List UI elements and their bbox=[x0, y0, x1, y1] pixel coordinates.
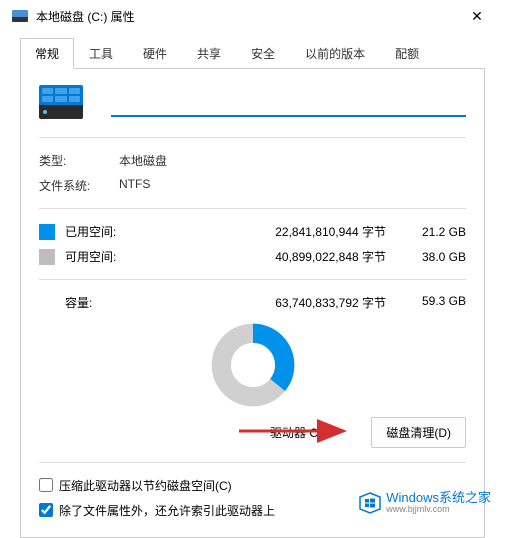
index-label: 除了文件属性外，还允许索引此驱动器上 bbox=[59, 502, 275, 519]
tab-label: 以前的版本 bbox=[305, 47, 365, 61]
filesystem-value: NTFS bbox=[119, 177, 150, 194]
compress-label: 压缩此驱动器以节约磁盘空间(C) bbox=[59, 477, 232, 494]
free-space-human: 38.0 GB bbox=[406, 250, 466, 264]
filesystem-row: 文件系统: NTFS bbox=[39, 177, 466, 194]
drive-name-input[interactable] bbox=[111, 91, 466, 117]
tab-label: 硬件 bbox=[143, 47, 167, 61]
free-space-label: 可用空间: bbox=[65, 248, 137, 265]
close-icon: ✕ bbox=[471, 8, 483, 25]
tab-label: 共享 bbox=[197, 47, 221, 61]
free-space-row: 可用空间: 40,899,022,848 字节 38.0 GB bbox=[39, 248, 466, 265]
index-checkbox-row: 除了文件属性外，还允许索引此驱动器上 bbox=[39, 502, 466, 519]
used-color-swatch bbox=[39, 224, 55, 240]
type-label: 类型: bbox=[39, 152, 119, 169]
free-color-swatch bbox=[39, 249, 55, 265]
tab-tools[interactable]: 工具 bbox=[74, 38, 128, 69]
tab-label: 常规 bbox=[35, 47, 59, 61]
tab-general[interactable]: 常规 bbox=[20, 38, 74, 69]
title-bar: 本地磁盘 (C:) 属性 ✕ bbox=[0, 0, 505, 32]
tabs-row: 常规 工具 硬件 共享 安全 以前的版本 配额 bbox=[0, 38, 505, 69]
window-title: 本地磁盘 (C:) 属性 bbox=[36, 8, 461, 25]
tab-hardware[interactable]: 硬件 bbox=[128, 38, 182, 69]
tab-label: 配额 bbox=[395, 47, 419, 61]
cleanup-button-label: 磁盘清理(D) bbox=[386, 426, 451, 440]
tab-quota[interactable]: 配额 bbox=[380, 38, 434, 69]
tab-sharing[interactable]: 共享 bbox=[182, 38, 236, 69]
type-value: 本地磁盘 bbox=[119, 152, 167, 169]
tab-label: 工具 bbox=[89, 47, 113, 61]
used-space-row: 已用空间: 22,841,810,944 字节 21.2 GB bbox=[39, 223, 466, 240]
drive-cleanup-row: 驱动器 C: 磁盘清理(D) bbox=[39, 417, 466, 448]
usage-chart bbox=[39, 321, 466, 409]
divider bbox=[39, 208, 466, 209]
divider bbox=[39, 462, 466, 463]
divider bbox=[39, 137, 466, 138]
tab-previous-versions[interactable]: 以前的版本 bbox=[290, 38, 380, 69]
drive-letter-label: 驱动器 C: bbox=[270, 424, 321, 441]
drive-icon bbox=[39, 85, 83, 123]
index-checkbox[interactable] bbox=[39, 503, 53, 517]
divider bbox=[39, 279, 466, 280]
tab-security[interactable]: 安全 bbox=[236, 38, 290, 69]
capacity-bytes: 63,740,833,792 字节 bbox=[137, 294, 406, 311]
drive-header bbox=[39, 85, 466, 123]
filesystem-label: 文件系统: bbox=[39, 177, 119, 194]
used-space-label: 已用空间: bbox=[65, 223, 137, 240]
capacity-label: 容量: bbox=[39, 294, 137, 311]
tab-content-general: 类型: 本地磁盘 文件系统: NTFS 已用空间: 22,841,810,944… bbox=[20, 68, 485, 538]
compress-checkbox-row: 压缩此驱动器以节约磁盘空间(C) bbox=[39, 477, 466, 494]
tab-label: 安全 bbox=[251, 47, 275, 61]
used-space-human: 21.2 GB bbox=[406, 225, 466, 239]
compress-checkbox[interactable] bbox=[39, 478, 53, 492]
disk-cleanup-button[interactable]: 磁盘清理(D) bbox=[371, 417, 466, 448]
capacity-row: 容量: 63,740,833,792 字节 59.3 GB bbox=[39, 294, 466, 311]
type-row: 类型: 本地磁盘 bbox=[39, 152, 466, 169]
used-space-bytes: 22,841,810,944 字节 bbox=[137, 223, 406, 240]
free-space-bytes: 40,899,022,848 字节 bbox=[137, 248, 406, 265]
capacity-human: 59.3 GB bbox=[406, 294, 466, 311]
drive-mini-icon bbox=[12, 10, 28, 22]
close-button[interactable]: ✕ bbox=[461, 4, 493, 28]
donut-chart-icon bbox=[209, 321, 297, 409]
